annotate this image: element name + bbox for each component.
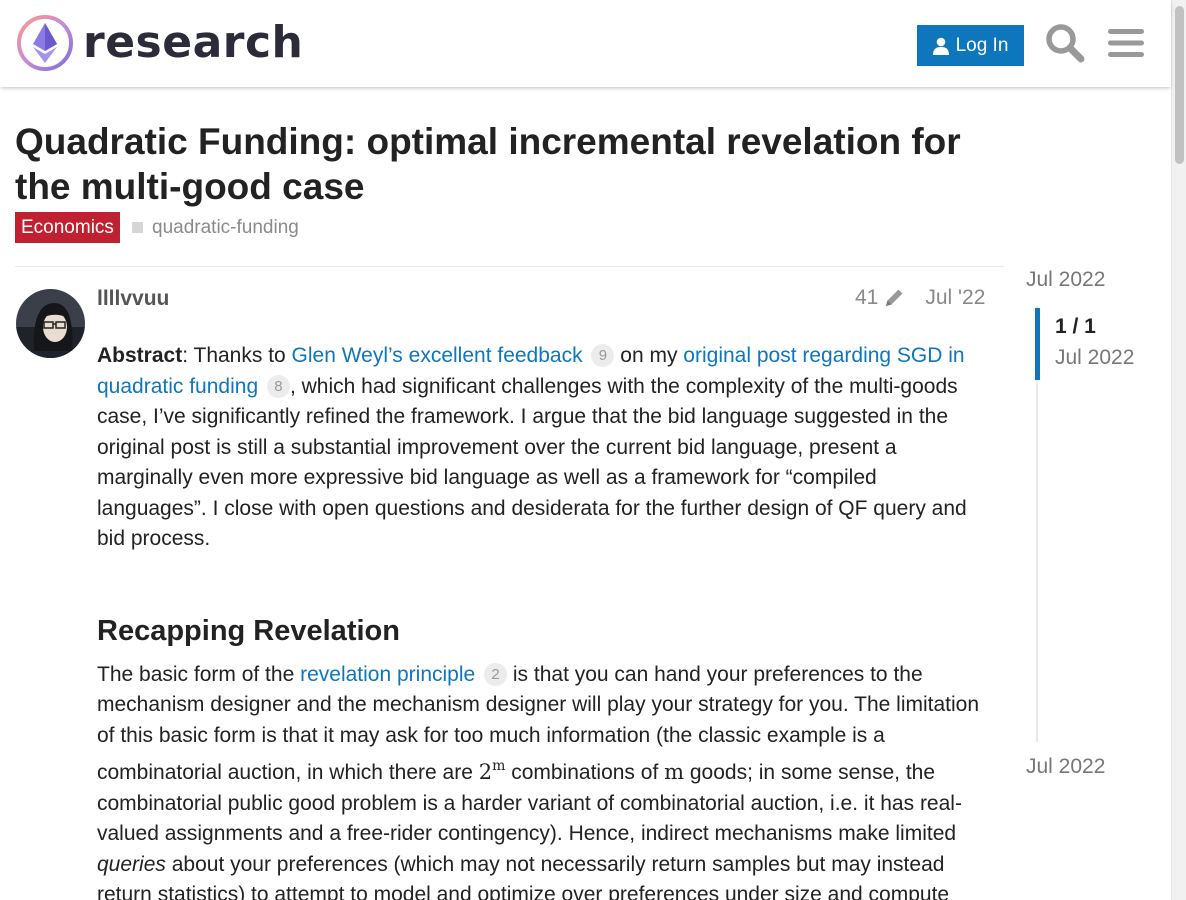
post-username[interactable]: llllvvuu [97,285,169,313]
revelation-principle-link[interactable]: revelation principle [300,663,475,686]
login-button[interactable]: Log In [917,25,1024,66]
login-label: Log In [955,34,1009,56]
topic-tag[interactable]: quadratic-funding [132,212,299,243]
edit-count: 41 [855,286,879,309]
timeline-start-date[interactable]: Jul 2022 [1026,268,1105,292]
math-expression: 2m [478,758,506,784]
topic-title[interactable]: Quadratic Funding: optimal incremental r… [15,119,1005,209]
glen-weyl-feedback-link[interactable]: Glen Weyl’s excellent feedback [292,344,583,367]
hamburger-menu-icon [1108,29,1144,57]
emphasis: queries [97,852,166,876]
timeline-position: 1 / 1 [1055,315,1096,338]
text-span: on my [614,344,684,367]
ethereum-research-logo-icon [17,15,73,71]
user-icon [932,37,949,55]
abstract-label: Abstract [97,344,183,367]
pencil-icon [886,289,903,306]
avatar-image [16,289,85,358]
tag-label: quadratic-funding [152,216,299,238]
site-header: research Log In [0,0,1171,87]
avatar[interactable] [16,289,85,358]
menu-button[interactable] [1103,20,1149,66]
text-span: : Thanks to [182,344,292,367]
abstract-paragraph: Abstract: Thanks to Glen Weyl’s excellen… [97,341,992,555]
link-click-count: 2 [484,662,508,686]
page-scrollbar[interactable] [1171,0,1186,900]
timeline-end-date[interactable]: Jul 2022 [1026,755,1105,779]
site-title: research [83,17,304,68]
category-badge[interactable]: Economics [15,212,120,243]
edit-history-button[interactable]: 41 [855,286,905,310]
link-click-count: 9 [591,344,615,367]
tag-square-icon [132,222,143,233]
math-variable: m [664,760,685,784]
site-logo[interactable]: research [16,14,303,72]
post-meta: 41 Jul '22 [855,286,985,310]
revelation-paragraph: The basic form of the revelation princip… [97,660,992,900]
math-exponent: m [492,758,506,774]
text-span: about your preferences (which may not ne… [97,852,950,900]
topic-divider [15,266,1004,267]
text-span: , which had significant challenges with … [97,374,967,551]
link-click-count: 8 [266,374,290,398]
scrollbar-thumb[interactable] [1175,6,1184,164]
timeline-handle[interactable] [1035,308,1040,380]
text-span: The basic form of the [97,662,301,686]
timeline-position-date: Jul 2022 [1055,346,1135,369]
section-heading[interactable]: Recapping Revelation [97,613,992,649]
post-date[interactable]: Jul '22 [925,286,985,310]
post-body: Abstract: Thanks to Glen Weyl’s excellen… [97,341,992,900]
search-button[interactable] [1042,20,1088,66]
text-span: combinations of [505,761,665,784]
search-icon [1046,24,1085,63]
math-base: 2 [478,760,493,784]
